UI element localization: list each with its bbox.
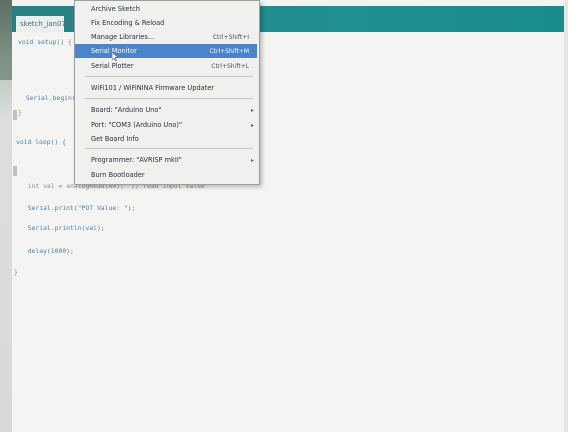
code-line: delay(1000); <box>20 247 74 255</box>
gutter-marker <box>13 166 17 176</box>
menu-item-programmer[interactable]: Programmer: "AVRISP mkII" ▸ <box>75 153 257 167</box>
tab-sketch[interactable]: sketch_jan07a <box>16 16 70 32</box>
menu-item-archive-sketch[interactable]: Archive Sketch <box>75 2 257 16</box>
gutter-marker <box>13 110 17 120</box>
menu-item-get-board-info[interactable]: Get Board Info <box>75 132 257 146</box>
menu-item-fix-encoding[interactable]: Fix Encoding & Reload <box>75 16 257 30</box>
background-photo-edge <box>0 0 12 80</box>
menu-item-manage-libraries[interactable]: Manage Libraries... Ctrl+Shift+I <box>75 30 257 44</box>
chevron-right-icon: ▸ <box>250 156 254 164</box>
menu-item-port[interactable]: Port: "COM3 (Arduino Uno)" ▸ <box>75 118 257 132</box>
menu-item-burn-bootloader[interactable]: Burn Bootloader <box>75 168 257 182</box>
menu-separator <box>85 76 253 77</box>
arduino-ide-window: sketch_jan07a void setup() { Serial.begi… <box>12 0 564 432</box>
code-line: void loop() { <box>16 138 67 146</box>
menu-item-board[interactable]: Board: "Arduino Uno" ▸ <box>75 103 257 117</box>
chevron-right-icon: ▸ <box>250 121 254 129</box>
menu-separator <box>85 98 253 99</box>
tools-menu: Archive Sketch Fix Encoding & Reload Man… <box>74 0 260 185</box>
code-line: } <box>14 268 18 276</box>
code-line: void setup() { <box>18 38 72 46</box>
menu-item-serial-monitor[interactable]: Serial Monitor Ctrl+Shift+M <box>75 44 257 58</box>
mouse-pointer-icon <box>112 52 118 61</box>
chevron-right-icon: ▸ <box>250 106 254 114</box>
menu-item-firmware-updater[interactable]: WiFi101 / WiFiNINA Firmware Updater <box>75 81 257 95</box>
menu-separator <box>85 148 253 149</box>
code-line: Serial.print("POT Value: "); <box>20 204 136 212</box>
code-line: Serial.println(val); <box>20 224 105 232</box>
code-line: } <box>18 108 22 116</box>
menu-item-serial-plotter[interactable]: Serial Plotter Ctrl+Shift+L <box>75 59 257 73</box>
